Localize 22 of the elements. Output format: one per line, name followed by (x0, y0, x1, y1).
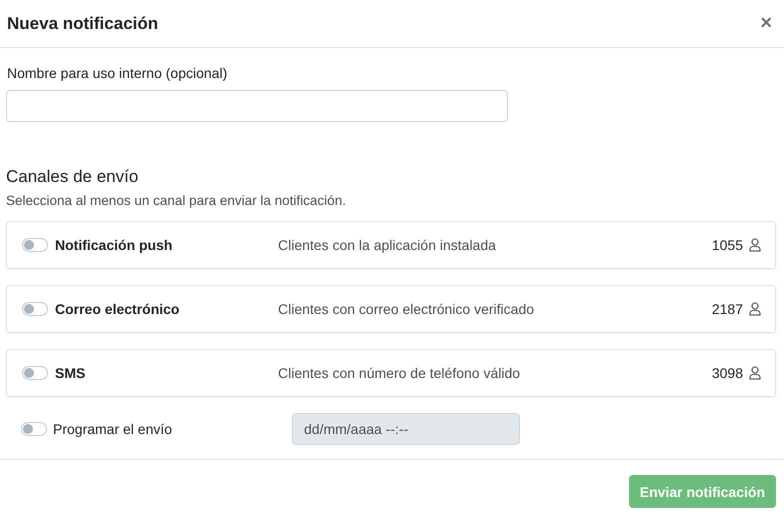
section-subtitle: Selecciona al menos un canal para enviar la notificación. (6, 193, 347, 208)
person-icon (749, 302, 761, 316)
toggle-switch[interactable] (22, 366, 48, 380)
schedule-label: Programar el envío (53, 421, 172, 437)
channel-description: Clientes con número de teléfono válido (278, 365, 522, 381)
channel-description: Clientes con correo electrónico verificado (278, 301, 536, 317)
channel-name: SMS (55, 365, 86, 381)
person-icon (749, 238, 761, 252)
channel-name: Notificación push (55, 237, 172, 253)
toggle-switch[interactable] (22, 238, 48, 252)
field-label: Nombre para uso interno (opcional) (6, 65, 228, 81)
close-button[interactable]: × (756, 12, 776, 35)
channel-name: Correo electrónico (55, 301, 180, 317)
name-input[interactable] (6, 90, 508, 122)
recipient-count: 2187 (712, 301, 743, 317)
channel-description: Clientes con la aplicación instalada (278, 237, 497, 253)
toggle-switch[interactable] (22, 302, 48, 316)
recipient-count: 3098 (712, 365, 743, 381)
recipient-count: 1055 (712, 237, 743, 253)
person-icon (749, 366, 761, 380)
section-title: Canales de envío (6, 167, 140, 187)
modal-title: Nueva notificación (7, 14, 158, 34)
